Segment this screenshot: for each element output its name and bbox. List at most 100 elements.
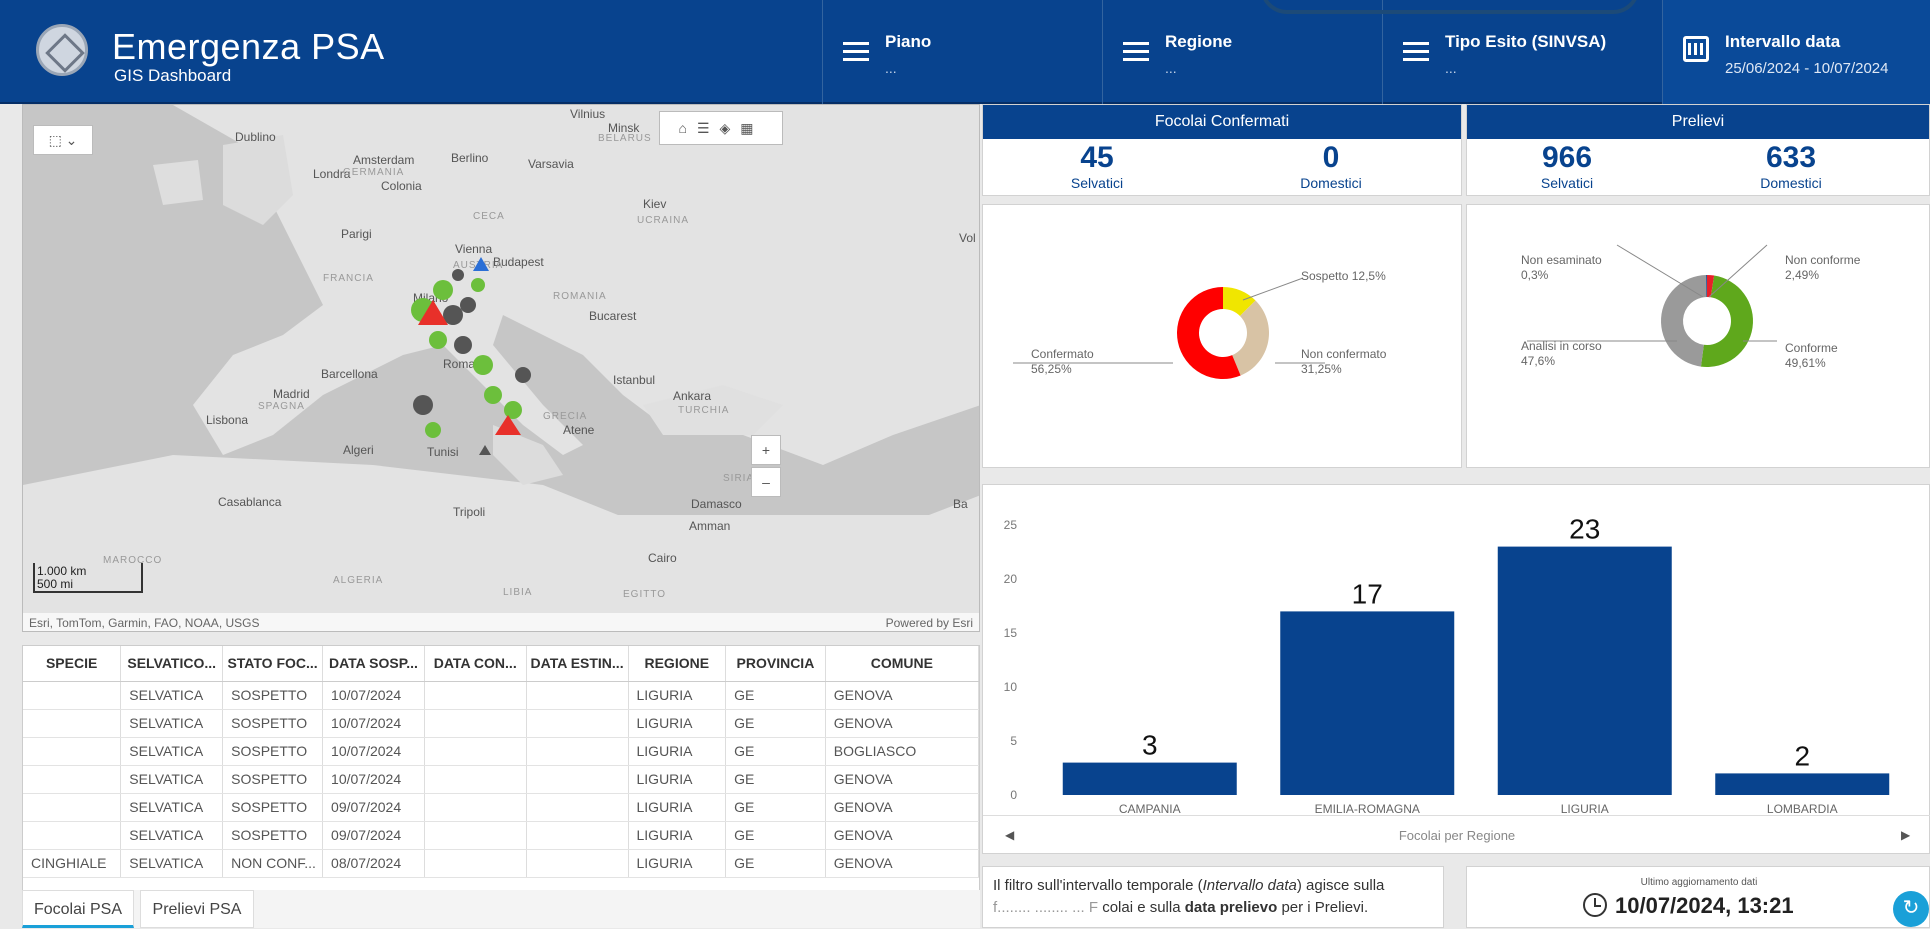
map-city: Algeri — [343, 443, 374, 457]
filter-intervallo-data[interactable]: Intervallo data 25/06/2024 - 10/07/2024 — [1662, 0, 1930, 104]
table-cell: 09/07/2024 — [322, 821, 425, 850]
kpi-prelievi-card: Prelievi 966 Selvatici 633 Domestici — [1466, 104, 1930, 196]
table-cell — [526, 709, 629, 738]
map-city: Ankara — [673, 389, 712, 403]
table-cell — [23, 793, 122, 822]
table-row[interactable]: SELVATICA SOSPETTO 09/07/2024 LIGURIA GE GENO… — [23, 821, 979, 850]
table-cell — [424, 793, 527, 822]
chart-xlabel: Focolai per Regione — [1398, 828, 1516, 843]
table-cell: GENOVA — [825, 849, 979, 878]
map-city: Kiev — [643, 197, 667, 211]
table-cell: SOSPETTO — [222, 681, 324, 710]
column-header[interactable]: SELVATICO... — [120, 646, 224, 682]
pie-slice[interactable] — [1661, 275, 1707, 367]
bar[interactable] — [1715, 773, 1890, 795]
x-tick-label: LOMBARDIA — [1767, 802, 1838, 816]
focolai-table[interactable]: SPECIE SELVATICO... STATO FOC... DATA SO… — [22, 645, 980, 891]
table-cell: SELVATICA — [120, 765, 224, 794]
bar[interactable] — [1280, 611, 1455, 795]
table-cell: SOSPETTO — [222, 765, 324, 794]
y-tick-label: 15 — [1004, 626, 1018, 640]
table-cell: SELVATICA — [120, 709, 224, 738]
refresh-icon[interactable]: ↻ — [1893, 891, 1929, 927]
table-cell: GE — [725, 765, 826, 794]
bar[interactable] — [1497, 546, 1672, 795]
bar-chart: 0 5 10 15 20 25 3 CAMPANIA 17 EMILIA-ROMAGNA 23 LIG… — [1004, 514, 1890, 816]
filter-value: ... — [1445, 60, 1457, 76]
table-row[interactable]: SELVATICA SOSPETTO 10/07/2024 LIGURIA GE GENO… — [23, 709, 979, 738]
map-city: Berlino — [451, 151, 489, 165]
zoom-in-button[interactable]: + — [751, 435, 781, 465]
table-cell: SOSPETTO — [222, 793, 324, 822]
column-header[interactable]: SPECIE — [23, 646, 122, 682]
column-header[interactable]: PROVINCIA — [725, 646, 826, 682]
table-cell: 09/07/2024 — [322, 793, 425, 822]
table-cell: 10/07/2024 — [322, 765, 425, 794]
table-cell — [23, 821, 122, 850]
filter-value: ... — [1165, 60, 1177, 76]
table-cell: GE — [725, 849, 826, 878]
table-cell: GENOVA — [825, 765, 979, 794]
selection-tool-button[interactable]: ⬚ ⌄ — [33, 125, 93, 155]
pie-label: Non esaminato 0,3% — [1521, 253, 1602, 282]
map-region: LIBIA — [503, 587, 533, 598]
column-header[interactable]: DATA CON... — [424, 646, 527, 682]
kpi-label: Domestici — [1300, 175, 1362, 191]
clock-icon — [1583, 893, 1607, 917]
column-header[interactable]: STATO FOC... — [222, 646, 324, 682]
table-row[interactable]: SELVATICA SOSPETTO 10/07/2024 LIGURIA GE BOGL… — [23, 737, 979, 766]
filter-value: 25/06/2024 - 10/07/2024 — [1725, 60, 1889, 77]
filter-tipo-esito[interactable]: Tipo Esito (SINVSA) ... — [1382, 0, 1662, 104]
map-city: Bucarest — [589, 309, 637, 323]
table-cell: SOSPETTO — [222, 737, 324, 766]
pie-label: Confermato 56,25% — [1031, 347, 1094, 376]
y-tick-label: 5 — [1010, 734, 1017, 748]
map-city: Istanbul — [613, 373, 656, 387]
scroll-right-icon[interactable]: ▶ — [1901, 828, 1910, 842]
column-header[interactable]: DATA SOSP... — [322, 646, 425, 682]
table-row[interactable]: SELVATICA SOSPETTO 10/07/2024 LIGURIA GE GENO… — [23, 765, 979, 794]
filter-regione[interactable]: Regione ... — [1102, 0, 1382, 104]
table-cell: SELVATICA — [120, 793, 224, 822]
update-value: 10/07/2024, 13:21 — [1615, 893, 1794, 918]
table-cell: CINGHIALE — [23, 849, 122, 878]
table-row[interactable]: SELVATICA SOSPETTO 10/07/2024 LIGURIA GE GENO… — [23, 681, 979, 710]
table-row[interactable]: CINGHIALE SELVATICA NON CONF... 08/07/2024 L… — [23, 849, 979, 878]
map-view[interactable]: Dublino Londra Amsterdam Berlino Varsavi… — [22, 104, 980, 632]
table-cell — [424, 821, 527, 850]
table-cell: 08/07/2024 — [322, 849, 425, 878]
tab-focolai-psa[interactable]: Focolai PSA — [22, 890, 134, 928]
map-city: Vol — [959, 231, 976, 245]
filter-piano[interactable]: Piano ... — [822, 0, 1102, 104]
map-region: GERMANIA — [343, 167, 405, 178]
map-region: TURCHIA — [678, 405, 730, 416]
table-cell — [23, 737, 122, 766]
zoom-out-button[interactable]: – — [751, 467, 781, 497]
table-cell — [23, 681, 122, 710]
filter-label: Piano — [885, 32, 932, 51]
column-header[interactable]: DATA ESTIN... — [526, 646, 629, 682]
table-cell: NON CONF... — [222, 849, 324, 878]
scale-mi: 500 mi — [37, 577, 74, 591]
y-tick-label: 20 — [1004, 572, 1018, 586]
map-toolbar[interactable]: ⌂☰◈▦ — [659, 111, 783, 145]
map-city: Amsterdam — [353, 153, 415, 167]
x-tick-label: CAMPANIA — [1119, 802, 1181, 816]
map-city: Lisbona — [206, 413, 249, 427]
list-icon — [1123, 42, 1149, 62]
table-cell — [526, 821, 629, 850]
bar[interactable] — [1062, 762, 1237, 795]
overlay-outline — [1260, 0, 1640, 14]
table-cell: GENOVA — [825, 709, 979, 738]
map-city: Vienna — [455, 242, 493, 256]
table-cell — [23, 765, 122, 794]
table-cell: GENOVA — [825, 821, 979, 850]
filter-label: Regione — [1165, 32, 1233, 51]
column-header[interactable]: REGIONE — [628, 646, 727, 682]
tab-prelievi-psa[interactable]: Prelievi PSA — [140, 890, 254, 928]
data-label: 3 — [1142, 730, 1158, 761]
table-row[interactable]: SELVATICA SOSPETTO 09/07/2024 LIGURIA GE GENO… — [23, 793, 979, 822]
column-header[interactable]: COMUNE — [825, 646, 979, 682]
table-cell — [424, 681, 527, 710]
kpi-label: Domestici — [1760, 175, 1822, 191]
